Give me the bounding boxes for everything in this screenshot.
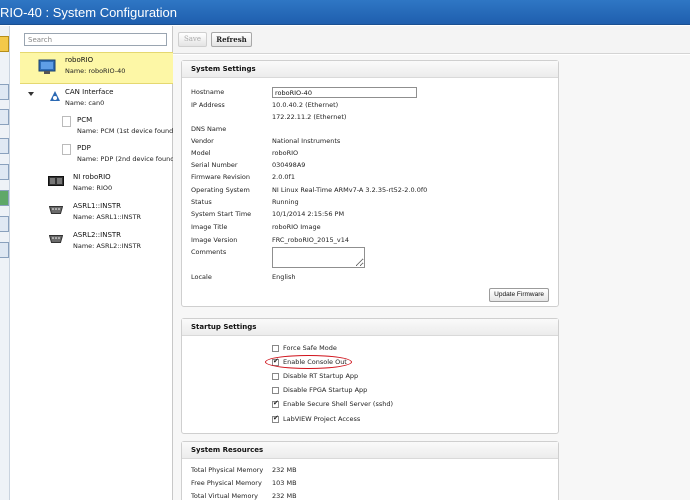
monitor-icon[interactable] <box>0 216 9 232</box>
hostname-input[interactable] <box>272 87 417 98</box>
field-value: 172.22.11.2 (Ethernet) <box>272 113 347 121</box>
system-resources-panel: System Resources Total Physical Memory 2… <box>181 441 559 500</box>
tree-item-subtitle: Name: ASRL1::INSTR <box>73 213 142 221</box>
field-label: Hostname <box>191 88 225 96</box>
tree-item-name: PDP <box>77 144 91 152</box>
save-button[interactable]: Save <box>178 32 207 47</box>
checkbox-label: Force Safe Mode <box>283 344 337 352</box>
chart-icon[interactable] <box>0 164 9 180</box>
startup-settings-panel: Startup Settings Force Safe Mode Enable … <box>181 318 559 434</box>
field-value: 232 MB <box>272 466 297 474</box>
field-value: NI Linux Real-Time ARMv7-A 3.2.35-rt52-2… <box>272 186 428 194</box>
field-label: Total Physical Memory <box>191 466 264 474</box>
checkbox-box[interactable] <box>272 387 279 394</box>
field-label: Comments <box>191 248 227 256</box>
chevron-down-icon[interactable] <box>28 92 34 96</box>
tree-item-name: ASRL1::INSTR <box>73 202 122 210</box>
field-label: IP Address <box>191 101 225 109</box>
settings-icon[interactable] <box>0 242 9 258</box>
checkbox-label: Disable FPGA Startup App <box>283 386 368 394</box>
tree-item-subtitle: Name: PCM (1st device found) <box>77 127 176 135</box>
document-icon[interactable] <box>0 138 9 154</box>
field-value: roboRIO <box>272 149 299 157</box>
tree-item-ni-roborio[interactable]: NI roboRIO Name: RIO0 <box>20 170 173 200</box>
field-label: Model <box>191 149 211 157</box>
tree-item-pdp[interactable]: PDP Name: PDP (2nd device found) <box>20 141 177 171</box>
tree-item-subtitle: Name: RIO0 <box>73 184 113 192</box>
monitor-icon <box>38 59 56 74</box>
tree-item-name: CAN Interface <box>65 88 114 96</box>
refresh-icon[interactable] <box>0 109 9 125</box>
tree-item-can-interface[interactable]: CAN Interface Name: can0 <box>20 85 173 115</box>
rio-device-icon <box>48 176 64 186</box>
field-label: Firmware Revision <box>191 173 251 181</box>
content-area: System Settings Hostname IP Address 10.0… <box>173 55 690 500</box>
field-value: 10/1/2014 2:15:56 PM <box>272 210 345 218</box>
panel-title: Startup Settings <box>182 319 558 336</box>
serial-port-icon <box>49 235 63 243</box>
field-label: Free Physical Memory <box>191 479 262 487</box>
field-value: FRC_roboRIO_2015_v14 <box>272 236 350 244</box>
can-interface-icon <box>50 91 60 101</box>
tree-item-name: PCM <box>77 116 93 124</box>
field-value: 103 MB <box>272 479 297 487</box>
globe-icon[interactable] <box>0 190 9 206</box>
field-value: 030498A9 <box>272 161 306 169</box>
field-label: Image Title <box>191 223 228 231</box>
field-label: Operating System <box>191 186 250 194</box>
tree-item-pcm[interactable]: PCM Name: PCM (1st device found) <box>20 113 176 143</box>
field-label: Serial Number <box>191 161 238 169</box>
tree-item-asrl2[interactable]: ASRL2::INSTR Name: ASRL2::INSTR <box>20 228 173 258</box>
checkbox-box[interactable] <box>272 373 279 380</box>
checkbox-box[interactable] <box>272 414 279 423</box>
field-label: Vendor <box>191 137 214 145</box>
tree-item-name: NI roboRIO <box>73 173 111 181</box>
left-icon-rail <box>0 26 10 500</box>
tree-item-name: roboRIO <box>65 56 94 64</box>
checkbox-label: Enable Secure Shell Server (sshd) <box>283 400 394 408</box>
comments-input[interactable] <box>272 247 365 268</box>
search-input[interactable] <box>24 33 167 46</box>
panel-title: System Resources <box>182 442 558 459</box>
field-label: DNS Name <box>191 125 227 133</box>
tree-item-asrl1[interactable]: ASRL1::INSTR Name: ASRL1::INSTR <box>20 199 173 229</box>
field-label: Total Virtual Memory <box>191 492 258 500</box>
field-value: National Instruments <box>272 137 341 145</box>
tree-item-subtitle: Name: ASRL2::INSTR <box>73 242 142 250</box>
tree-item-subtitle: Name: PDP (2nd device found) <box>77 155 177 163</box>
checkbox-box[interactable] <box>272 345 279 352</box>
system-settings-panel: System Settings Hostname IP Address 10.0… <box>181 60 559 307</box>
home-icon[interactable] <box>0 36 9 52</box>
update-firmware-button[interactable]: Update Firmware <box>489 288 549 302</box>
checkbox-box[interactable] <box>272 399 279 408</box>
window-title: RIO-40 : System Configuration <box>0 5 178 20</box>
toolbar: Save Refresh <box>173 26 690 54</box>
checkbox-label: Disable RT Startup App <box>283 372 359 380</box>
device-tree: roboRIO Name: roboRIO-40 CAN Interface N… <box>11 26 177 500</box>
blank-device-icon <box>62 116 71 127</box>
title-bar: RIO-40 : System Configuration <box>0 0 690 25</box>
field-value: 10.0.40.2 (Ethernet) <box>272 101 339 109</box>
field-label: Image Version <box>191 236 238 244</box>
field-label: System Start Time <box>191 210 252 218</box>
serial-port-icon <box>49 206 63 214</box>
network-icon[interactable] <box>0 84 9 100</box>
tree-item-subtitle: Name: can0 <box>65 99 105 107</box>
field-value: roboRIO Image <box>272 223 321 231</box>
field-label: Status <box>191 198 212 206</box>
panel-title: System Settings <box>182 61 558 78</box>
red-annotation-circle <box>265 355 352 369</box>
field-value: English <box>272 273 296 281</box>
field-value: 232 MB <box>272 492 297 500</box>
tree-item-subtitle: Name: roboRIO-40 <box>65 67 126 75</box>
field-label: Locale <box>191 273 212 281</box>
refresh-button[interactable]: Refresh <box>211 32 252 47</box>
field-value: 2.0.0f1 <box>272 173 295 181</box>
field-value: Running <box>272 198 299 206</box>
tree-item-name: ASRL2::INSTR <box>73 231 122 239</box>
checkbox-label: LabVIEW Project Access <box>283 415 361 423</box>
tree-item-roborio[interactable]: roboRIO Name: roboRIO-40 <box>20 52 173 84</box>
blank-device-icon <box>62 144 71 155</box>
